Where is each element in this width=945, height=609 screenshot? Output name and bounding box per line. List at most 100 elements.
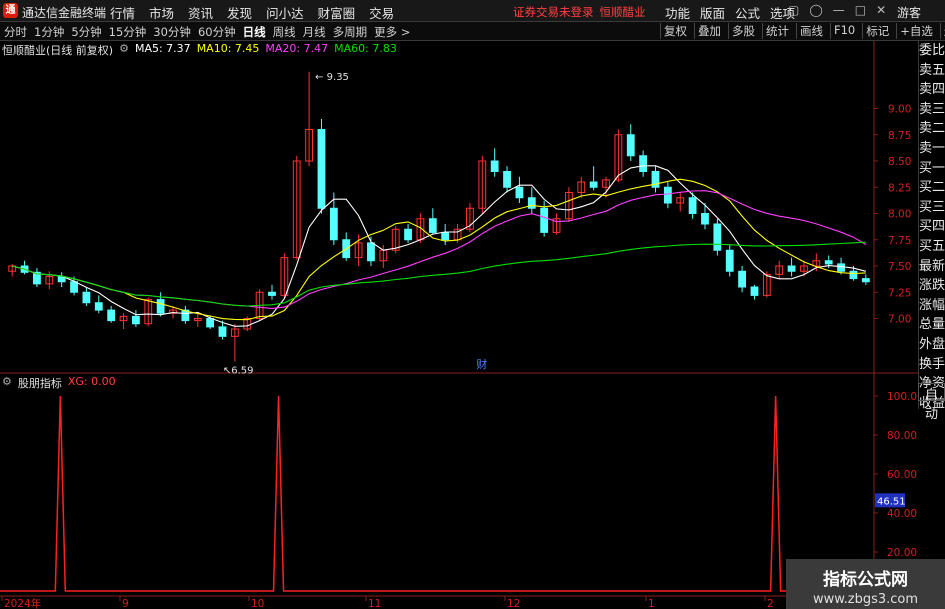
tab-period-0[interactable]: 分时: [4, 24, 27, 40]
menu-item-2[interactable]: 资讯: [188, 3, 213, 21]
quote-field-0[interactable]: 委比: [919, 41, 945, 61]
menu-item-4[interactable]: 问小达: [266, 3, 304, 21]
right-menu-item-2[interactable]: 公式: [735, 3, 760, 22]
tab-period-2[interactable]: 5分钟: [71, 24, 101, 40]
right-menu-item-1[interactable]: 版面: [700, 3, 725, 22]
price-tick-label: 8.00: [888, 209, 911, 221]
window-controls: ▢ ◯ — □ ✕: [788, 3, 886, 17]
candle-body: [527, 197, 536, 209]
ma10-line: [12, 178, 866, 321]
tool-button-6[interactable]: 标记: [862, 23, 892, 39]
right-menu-item-0[interactable]: 功能: [665, 3, 690, 22]
tab-period-5[interactable]: 60分钟: [198, 24, 236, 40]
quote-field-2[interactable]: 卖四: [919, 80, 945, 100]
tool-button-2[interactable]: 多股: [728, 23, 758, 39]
app-title: 通达信金融终端: [22, 6, 107, 20]
candle-body: [837, 263, 845, 272]
notice-item-0[interactable]: 证券交易未登录: [513, 5, 594, 19]
candle-body: [639, 155, 648, 172]
tab-period-6[interactable]: 日线: [243, 24, 266, 40]
price-tick-label: 8.25: [888, 182, 911, 194]
tab-period-3[interactable]: 15分钟: [109, 24, 147, 40]
quote-field-15[interactable]: 外盘: [919, 335, 945, 355]
tab-period-9[interactable]: 多周期: [333, 24, 368, 40]
candle-body: [849, 270, 858, 280]
quote-field-9[interactable]: 买四: [919, 217, 945, 237]
indicator-value: XG: 0.00: [67, 375, 116, 388]
tool-button-1[interactable]: 叠加: [694, 23, 724, 39]
candle-body: [589, 181, 598, 188]
menu-item-6[interactable]: 交易: [369, 3, 394, 21]
menu-item-0[interactable]: 行情: [110, 3, 135, 21]
watermark-title: 指标公式网: [823, 570, 908, 590]
quote-field-12[interactable]: 涨跌: [919, 276, 945, 296]
candle-body: [663, 186, 672, 204]
right-menu: 功能 版面 公式 选项: [665, 3, 795, 22]
candle-body: [317, 129, 326, 209]
ma-label-2: MA20: 7.47: [265, 42, 329, 55]
window-control-1[interactable]: ◯: [809, 3, 822, 17]
quote-field-16[interactable]: 换手: [919, 355, 945, 375]
tab-period-7[interactable]: 周线: [273, 24, 296, 40]
candle-body: [329, 207, 338, 241]
candle-body: [515, 186, 524, 199]
quote-field-14[interactable]: 总量: [919, 315, 945, 335]
price-tick-label: 7.50: [888, 261, 911, 273]
candle-body: [701, 213, 709, 225]
tab-period-10[interactable]: 更多 >: [374, 24, 410, 40]
candle-body: [688, 197, 697, 214]
indicator-tick-label: 60.00: [887, 469, 917, 481]
indicator-name[interactable]: 股朋指标: [18, 375, 62, 391]
window-control-3[interactable]: □: [855, 3, 866, 17]
price-legend: 恒顺醋业(日线 前复权) ⚙ MA5: 7.37 MA10: 7.45 MA20: …: [2, 42, 397, 57]
guest-user[interactable]: 游客: [897, 4, 921, 21]
tool-button-0[interactable]: 复权: [660, 23, 690, 39]
indicator-tick-label: 20.00: [887, 547, 917, 559]
x-tick-label: 2024年: [4, 597, 41, 609]
auto-button[interactable]: 自动: [918, 383, 945, 422]
indicator-tick-label: 40.00: [887, 508, 917, 520]
menu-item-1[interactable]: 市场: [149, 3, 174, 21]
notice-item-1[interactable]: 恒顺醋业: [600, 5, 646, 19]
settings-icon[interactable]: ⚙: [2, 375, 12, 391]
settings-icon[interactable]: ⚙: [119, 42, 129, 56]
kline-chart[interactable]: 9.00 8.75 8.50 8.25 8.00 7.75 7.50 7.25 7.00 ← 9.…: [0, 41, 918, 609]
ma-label-1: MA10: 7.45: [196, 42, 260, 55]
main-menu: 行情 市场 资讯 发现 问小达 财富圈 交易: [110, 3, 394, 21]
menu-item-3[interactable]: 发现: [227, 3, 252, 21]
candle-body: [725, 249, 734, 272]
window-control-2[interactable]: —: [833, 3, 845, 17]
tab-period-8[interactable]: 月线: [303, 24, 326, 40]
candle-body: [738, 270, 747, 288]
login-notice[interactable]: 证券交易未登录 恒顺醋业: [513, 4, 652, 20]
high-price-label: ← 9.35: [315, 72, 349, 83]
quote-field-8[interactable]: 买三: [919, 198, 945, 218]
quote-field-1[interactable]: 卖五: [919, 61, 945, 81]
ma-label-0: MA5: 7.37: [134, 42, 191, 55]
quote-field-7[interactable]: 买二: [919, 178, 945, 198]
tab-period-1[interactable]: 1分钟: [34, 24, 64, 40]
quote-field-4[interactable]: 卖二: [919, 119, 945, 139]
price-tick-label: 9.00: [888, 104, 911, 116]
menu-item-5[interactable]: 财富圈: [318, 3, 356, 21]
tool-button-5[interactable]: F10: [830, 23, 858, 39]
window-control-0[interactable]: ▢: [788, 3, 799, 17]
candle-body: [490, 160, 499, 172]
quote-field-3[interactable]: 卖三: [919, 100, 945, 120]
indicator-legend: ⚙ 股朋指标 XG: 0.00: [2, 375, 116, 391]
quote-field-11[interactable]: 最新: [919, 257, 945, 277]
quote-field-10[interactable]: 买五: [919, 237, 945, 257]
tool-button-3[interactable]: 统计: [762, 23, 792, 39]
tool-button-4[interactable]: 画线: [796, 23, 826, 39]
tool-button-8[interactable]: 返回: [939, 23, 945, 39]
candle-body: [218, 326, 227, 337]
x-tick-label: 9: [122, 598, 129, 609]
quote-field-13[interactable]: 涨幅: [919, 296, 945, 316]
quote-field-5[interactable]: 卖一: [919, 139, 945, 159]
quote-field-6[interactable]: 买一: [919, 159, 945, 179]
candle-body: [367, 242, 375, 262]
price-tick-label: 8.50: [888, 156, 911, 168]
tab-period-4[interactable]: 30分钟: [153, 24, 191, 40]
window-control-4[interactable]: ✕: [876, 3, 886, 17]
tool-button-7[interactable]: +自选: [896, 23, 936, 39]
